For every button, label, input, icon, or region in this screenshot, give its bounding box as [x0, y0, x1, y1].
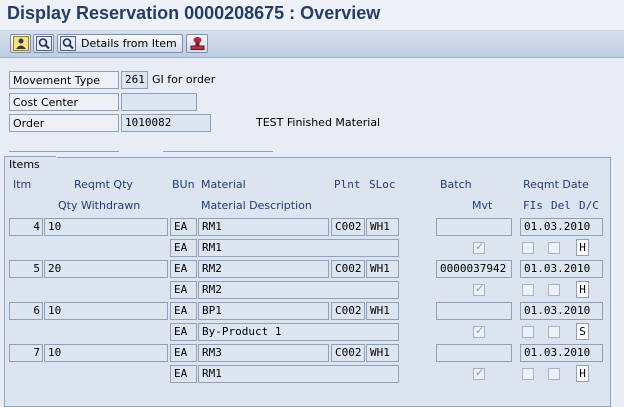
- plant-field[interactable]: C002: [331, 344, 365, 362]
- cost-center-field[interactable]: [121, 93, 197, 111]
- col-material-description: Material Description: [201, 199, 312, 212]
- movement-type-text: GI for order: [152, 73, 216, 86]
- batch-field[interactable]: [436, 302, 512, 320]
- item-number-field[interactable]: 4: [9, 218, 43, 236]
- stamp-button[interactable]: [186, 34, 208, 53]
- col-mvt: Mvt: [472, 199, 493, 212]
- debit-credit-field[interactable]: S: [576, 323, 589, 340]
- movement-type-label: Movement Type: [9, 71, 119, 89]
- bun-field[interactable]: EA: [170, 260, 197, 278]
- reqmt-qty-field[interactable]: 10: [44, 344, 168, 362]
- cost-center-label: Cost Center: [9, 93, 119, 111]
- item-number-field[interactable]: 5: [9, 260, 43, 278]
- sloc-field[interactable]: WH1: [366, 218, 399, 236]
- person-icon: [13, 36, 29, 51]
- movement-type-field[interactable]: 261: [121, 71, 148, 89]
- delete-checkbox[interactable]: [548, 242, 560, 254]
- find-button[interactable]: [33, 34, 54, 53]
- details-icon: [60, 36, 76, 51]
- delete-checkbox[interactable]: [548, 284, 560, 296]
- debit-credit-field[interactable]: H: [576, 365, 589, 382]
- items-tab-label: Items: [9, 158, 40, 171]
- order-label: Order: [9, 114, 119, 132]
- col-sloc: SLoc: [369, 178, 396, 191]
- col-qty-withdrawn: Qty Withdrawn: [58, 199, 141, 212]
- col-plnt: Plnt: [334, 178, 361, 191]
- order-text: TEST Finished Material: [256, 116, 381, 129]
- final-issue-checkbox[interactable]: [522, 326, 534, 338]
- plant-field[interactable]: C002: [331, 260, 365, 278]
- debit-credit-field[interactable]: H: [576, 239, 589, 256]
- application-toolbar: Details from Item: [0, 31, 624, 58]
- title-bar: Display Reservation 0000208675 : Overvie…: [0, 0, 624, 31]
- mvt-checkbox[interactable]: [473, 282, 485, 296]
- bun-field[interactable]: EA: [170, 344, 197, 362]
- page-title: Display Reservation 0000208675 : Overvie…: [7, 3, 381, 23]
- bun-withdrawn-field[interactable]: EA: [170, 365, 197, 383]
- sloc-field[interactable]: WH1: [366, 302, 399, 320]
- col-batch: Batch: [440, 178, 472, 191]
- bun-withdrawn-field[interactable]: EA: [170, 281, 197, 299]
- material-description-field[interactable]: RM1: [198, 365, 399, 383]
- reqmt-qty-field[interactable]: 10: [44, 302, 168, 320]
- reqmt-date-field[interactable]: 01.03.2010: [520, 218, 603, 236]
- details-from-item-button[interactable]: Details from Item: [57, 34, 183, 53]
- find-icon: [36, 36, 52, 51]
- material-field[interactable]: RM3: [198, 344, 329, 362]
- items-tab: Items: [4, 156, 66, 172]
- mvt-checkbox[interactable]: [473, 240, 485, 254]
- debit-credit-field[interactable]: H: [576, 281, 589, 298]
- col-fis: FIs: [523, 199, 543, 212]
- sloc-field[interactable]: WH1: [366, 260, 399, 278]
- material-description-field[interactable]: By-Product 1: [198, 323, 399, 341]
- material-description-field[interactable]: RM2: [198, 281, 399, 299]
- final-issue-checkbox[interactable]: [522, 368, 534, 380]
- final-issue-checkbox[interactable]: [522, 242, 534, 254]
- material-field[interactable]: RM2: [198, 260, 329, 278]
- reqmt-qty-field[interactable]: 20: [44, 260, 168, 278]
- reqmt-date-field[interactable]: 01.03.2010: [520, 302, 603, 320]
- bun-withdrawn-field[interactable]: EA: [170, 323, 197, 341]
- reqmt-qty-field[interactable]: 10: [44, 218, 168, 236]
- item-number-field[interactable]: 7: [9, 344, 43, 362]
- delete-checkbox[interactable]: [548, 368, 560, 380]
- material-field[interactable]: RM1: [198, 218, 329, 236]
- batch-field[interactable]: 0000037942: [436, 260, 512, 278]
- material-field[interactable]: BP1: [198, 302, 329, 320]
- final-issue-checkbox[interactable]: [522, 284, 534, 296]
- batch-field[interactable]: [436, 344, 512, 362]
- plant-field[interactable]: C002: [331, 218, 365, 236]
- col-reqmt-qty: Reqmt Qty: [74, 178, 133, 191]
- material-description-field[interactable]: RM1: [198, 239, 399, 257]
- bun-field[interactable]: EA: [170, 218, 197, 236]
- col-material: Material: [201, 178, 246, 191]
- bun-withdrawn-field[interactable]: EA: [170, 239, 197, 257]
- divider-left: [9, 151, 119, 152]
- col-dc: D/C: [579, 199, 599, 212]
- stamp-icon: [190, 37, 205, 50]
- col-del: Del: [551, 199, 571, 212]
- mvt-checkbox[interactable]: [473, 324, 485, 338]
- order-field[interactable]: 1010082: [121, 114, 211, 132]
- col-itm: Itm: [13, 178, 32, 191]
- plant-field[interactable]: C002: [331, 302, 365, 320]
- reqmt-date-field[interactable]: 01.03.2010: [520, 260, 603, 278]
- details-from-item-label: Details from Item: [81, 37, 177, 50]
- col-reqmt-date: Reqmt Date: [523, 178, 589, 191]
- divider-right: [163, 151, 273, 152]
- bun-field[interactable]: EA: [170, 302, 197, 320]
- person-button[interactable]: [10, 34, 31, 53]
- reqmt-date-field[interactable]: 01.03.2010: [520, 344, 603, 362]
- batch-field[interactable]: [436, 218, 512, 236]
- item-number-field[interactable]: 6: [9, 302, 43, 320]
- col-bun: BUn: [172, 178, 195, 191]
- mvt-checkbox[interactable]: [473, 366, 485, 380]
- sloc-field[interactable]: WH1: [366, 344, 399, 362]
- delete-checkbox[interactable]: [548, 326, 560, 338]
